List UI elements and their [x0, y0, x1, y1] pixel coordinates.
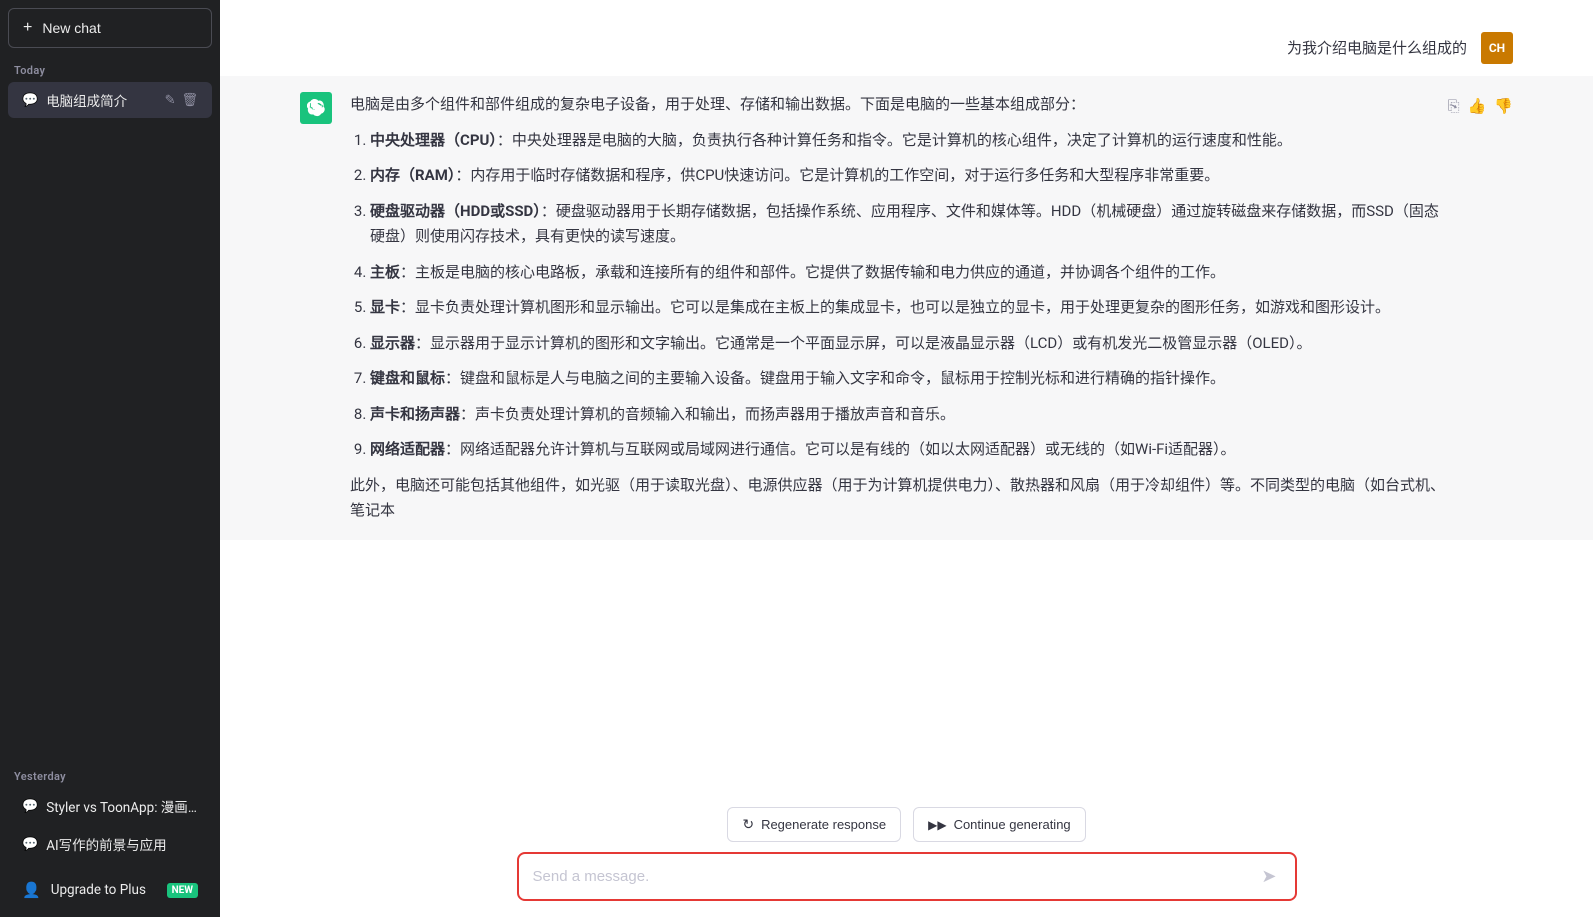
- plus-icon: +: [23, 19, 32, 37]
- upgrade-label: Upgrade to Plus: [51, 882, 146, 898]
- chat-bubble-icon-3: 💬: [22, 837, 38, 852]
- send-button[interactable]: ➤: [1257, 864, 1280, 889]
- thumbup-icon[interactable]: 👍: [1468, 94, 1487, 120]
- send-icon: ➤: [1261, 866, 1276, 887]
- assistant-message-header: 电脑是由多个组件和部件组成的复杂电子设备，用于处理、存储和输出数据。下面是电脑的…: [350, 92, 1513, 524]
- thumbdown-icon[interactable]: 👎: [1494, 94, 1513, 120]
- continue-label: Continue generating: [954, 817, 1071, 832]
- list-item: 显卡：显卡负责处理计算机图形和显示输出。它可以是集成在主板上的集成显卡，也可以是…: [370, 295, 1448, 321]
- regenerate-button[interactable]: ↻ Regenerate response: [727, 807, 901, 842]
- copy-icon[interactable]: ⎘: [1448, 94, 1460, 120]
- list-item: 键盘和鼠标：键盘和鼠标是人与电脑之间的主要输入设备。键盘用于输入文字和命令，鼠标…: [370, 366, 1448, 392]
- today-section-label: Today: [0, 56, 220, 81]
- continue-icon: ▶▶: [928, 818, 946, 832]
- list-item: 中央处理器（CPU）：中央处理器是电脑的大脑，负责执行各种计算任务和指令。它是计…: [370, 128, 1448, 154]
- yesterday-chat-1[interactable]: 💬 Styler vs ToonApp: 漫画脸优差: [8, 788, 212, 824]
- input-area: ➤: [517, 852, 1297, 901]
- message-input[interactable]: [533, 868, 1250, 885]
- bottom-section: ↻ Regenerate response ▶▶ Continue genera…: [220, 797, 1593, 917]
- message-actions: ⎘ 👍 👎: [1448, 92, 1513, 120]
- user-message-text: 为我介绍电脑是什么组成的: [1287, 32, 1467, 60]
- continue-button[interactable]: ▶▶ Continue generating: [913, 807, 1086, 842]
- main-area: 为我介绍电脑是什么组成的 CH 电脑是由多个组件和部件组成的复杂电子设备，用于处…: [220, 0, 1593, 917]
- active-chat-item[interactable]: 💬 电脑组成简介 ✎ 🗑: [8, 82, 212, 118]
- delete-icon[interactable]: 🗑: [181, 93, 198, 108]
- assistant-message-row: 电脑是由多个组件和部件组成的复杂电子设备，用于处理、存储和输出数据。下面是电脑的…: [220, 76, 1593, 540]
- list-item: 硬盘驱动器（HDD或SSD）：硬盘驱动器用于长期存储数据，包括操作系统、应用程序…: [370, 199, 1448, 250]
- assistant-message-content: 电脑是由多个组件和部件组成的复杂电子设备，用于处理、存储和输出数据。下面是电脑的…: [350, 92, 1513, 524]
- active-chat-title: 电脑组成简介: [46, 90, 127, 110]
- user-avatar: CH: [1481, 32, 1513, 64]
- upgrade-button[interactable]: 👤 Upgrade to Plus NEW: [8, 871, 212, 909]
- yesterday-chat-2-left: 💬 AI写作的前景与应用: [22, 834, 198, 854]
- chat-messages: 为我介绍电脑是什么组成的 CH 电脑是由多个组件和部件组成的复杂电子设备，用于处…: [220, 0, 1593, 797]
- list-item: 主板：主板是电脑的核心电路板，承载和连接所有的组件和部件。它提供了数据传输和电力…: [370, 260, 1448, 286]
- list-item: 显示器：显示器用于显示计算机的图形和文字输出。它通常是一个平面显示屏，可以是液晶…: [370, 331, 1448, 357]
- list-item: 网络适配器：网络适配器允许计算机与互联网或局域网进行通信。它可以是有线的（如以太…: [370, 437, 1448, 463]
- new-chat-button[interactable]: + New chat: [8, 8, 212, 48]
- chat-bubble-icon: 💬: [22, 93, 38, 108]
- response-list: 中央处理器（CPU）：中央处理器是电脑的大脑，负责执行各种计算任务和指令。它是计…: [350, 128, 1448, 463]
- action-buttons: ↻ Regenerate response ▶▶ Continue genera…: [727, 807, 1085, 842]
- regenerate-icon: ↻: [742, 816, 754, 833]
- yesterday-chat-2-title: AI写作的前景与应用: [46, 834, 166, 854]
- response-intro: 电脑是由多个组件和部件组成的复杂电子设备，用于处理、存储和输出数据。下面是电脑的…: [350, 92, 1448, 118]
- sidebar: + New chat Today 💬 电脑组成简介 ✎ 🗑 Yesterday …: [0, 0, 220, 917]
- edit-icon[interactable]: ✎: [165, 93, 176, 108]
- list-item: 声卡和扬声器：声卡负责处理计算机的音频输入和输出，而扬声器用于播放声音和音乐。: [370, 402, 1448, 428]
- response-footer: 此外，电脑还可能包括其他组件，如光驱（用于读取光盘）、电源供应器（用于为计算机提…: [350, 473, 1448, 524]
- chat-bubble-icon-2: 💬: [22, 799, 38, 814]
- yesterday-chat-2[interactable]: 💬 AI写作的前景与应用: [8, 826, 212, 862]
- chat-item-actions: ✎ 🗑: [165, 93, 198, 108]
- yesterday-chat-1-left: 💬 Styler vs ToonApp: 漫画脸优差: [22, 796, 198, 816]
- yesterday-section-label: Yesterday: [0, 762, 220, 787]
- list-item: 内存（RAM）：内存用于临时存储数据和程序，供CPU快速访问。它是计算机的工作空…: [370, 163, 1448, 189]
- new-chat-label: New chat: [42, 20, 100, 36]
- yesterday-chat-1-title: Styler vs ToonApp: 漫画脸优差: [46, 796, 198, 816]
- person-icon: 👤: [22, 881, 41, 899]
- new-badge: NEW: [167, 883, 198, 898]
- regenerate-label: Regenerate response: [761, 817, 886, 832]
- active-chat-left: 💬 电脑组成简介: [22, 90, 165, 110]
- assistant-message-text: 电脑是由多个组件和部件组成的复杂电子设备，用于处理、存储和输出数据。下面是电脑的…: [350, 92, 1448, 524]
- assistant-avatar: [300, 92, 332, 124]
- user-message-row: 为我介绍电脑是什么组成的 CH: [220, 20, 1593, 76]
